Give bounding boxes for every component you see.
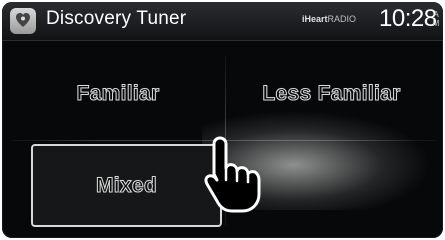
- familiar-button[interactable]: Familiar: [12, 50, 224, 138]
- less-familiar-button[interactable]: Less Familiar: [226, 50, 437, 138]
- mixed-button[interactable]: Mixed: [31, 144, 222, 227]
- iheartradio-logo: iHeartRADIO: [302, 14, 357, 24]
- head-unit-screen: Discovery Tuner iHeartRADIO 10:28 A M Fa…: [2, 2, 443, 238]
- radio-app-icon[interactable]: [10, 8, 36, 34]
- clock: 10:28: [379, 5, 437, 32]
- am-pm-indicator: A M: [432, 10, 440, 28]
- page-title: Discovery Tuner: [46, 8, 187, 29]
- pointing-hand-icon: [204, 136, 261, 213]
- status-bar: Discovery Tuner iHeartRADIO 10:28 A M: [2, 2, 443, 41]
